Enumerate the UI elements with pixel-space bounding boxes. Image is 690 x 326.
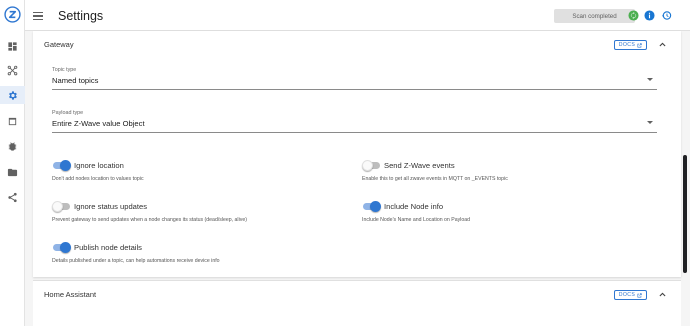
nav-item-network[interactable]	[0, 61, 25, 79]
dashboard-icon	[8, 41, 17, 51]
gateway-panel-title[interactable]: Gateway	[44, 40, 74, 49]
home-assistant-docs-button[interactable]: DOCS	[614, 290, 647, 300]
info-icon[interactable]	[644, 10, 655, 21]
switch[interactable]	[52, 242, 71, 253]
field-underline	[52, 132, 657, 133]
settings-content: Gateway DOCS Topic type Named topics Pay…	[25, 31, 681, 326]
chevron-up-icon[interactable]	[658, 40, 667, 49]
toggle-hint: Prevent gateway to send updates when a n…	[52, 217, 247, 223]
nav-item-settings[interactable]	[0, 86, 25, 104]
switch[interactable]	[362, 160, 381, 171]
nav-item-dashboard[interactable]	[0, 37, 25, 55]
payload-type-select[interactable]: Payload type Entire Z-Wave value Object	[52, 110, 657, 133]
toggle-hint: Include Node's Name and Location on Payl…	[362, 217, 470, 223]
nav-item-store[interactable]	[0, 163, 25, 181]
home-assistant-panel-title[interactable]: Home Assistant	[44, 290, 96, 299]
caret-down-icon	[647, 78, 653, 81]
sync-icon[interactable]	[628, 10, 639, 21]
payload-type-label: Payload type	[52, 110, 84, 116]
scan-status-button[interactable]: Scan completed	[554, 9, 635, 23]
nav-item-scenes[interactable]	[0, 112, 25, 130]
share-icon	[8, 192, 17, 202]
zwave-js-logo[interactable]	[4, 6, 21, 23]
field-underline	[52, 89, 657, 90]
network-graph-icon	[7, 65, 18, 75]
toggle-label: Publish node details	[74, 243, 142, 252]
history-icon[interactable]	[661, 10, 672, 21]
debug-icon	[8, 141, 17, 151]
folder-icon	[7, 168, 18, 176]
open-external-icon	[637, 42, 642, 47]
app-bar: Settings Scan completed	[25, 0, 690, 31]
toggle-hint: Details published under a topic, can hel…	[52, 258, 220, 264]
toggle-label: Ignore location	[74, 161, 124, 170]
nav-item-debug[interactable]	[0, 137, 25, 155]
docs-label: DOCS	[618, 292, 636, 298]
payload-type-value: Entire Z-Wave value Object	[52, 119, 145, 128]
scrollbar-thumb[interactable]	[683, 155, 687, 273]
switch[interactable]	[52, 160, 71, 171]
toggle-hint: Don't add nodes location to values topic	[52, 176, 144, 182]
scenes-icon	[8, 117, 17, 125]
nav-item-share[interactable]	[0, 188, 25, 206]
toggle-label: Ignore status updates	[74, 202, 148, 211]
topic-type-label: Topic type	[52, 67, 77, 73]
toggle-label: Include Node info	[384, 202, 444, 211]
gateway-panel: Gateway DOCS Topic type Named topics Pay…	[33, 31, 681, 277]
switch[interactable]	[362, 201, 381, 212]
menu-icon[interactable]	[33, 10, 45, 22]
toggle-hint: Enable this to get all zwave events in M…	[362, 176, 508, 182]
topic-type-select[interactable]: Topic type Named topics	[52, 67, 657, 90]
caret-down-icon	[647, 121, 653, 124]
gateway-docs-button[interactable]: DOCS	[614, 40, 647, 50]
home-assistant-panel: Home Assistant DOCS	[33, 280, 681, 326]
docs-label: DOCS	[618, 42, 636, 48]
toggle-label: Send Z-Wave events	[384, 161, 455, 170]
topic-type-value: Named topics	[52, 76, 99, 85]
settings-icon	[9, 90, 17, 100]
nav-rail	[0, 0, 25, 326]
switch[interactable]	[52, 201, 71, 212]
open-external-icon	[637, 292, 642, 297]
chevron-up-icon[interactable]	[658, 290, 667, 299]
page-title: Settings	[58, 9, 104, 23]
